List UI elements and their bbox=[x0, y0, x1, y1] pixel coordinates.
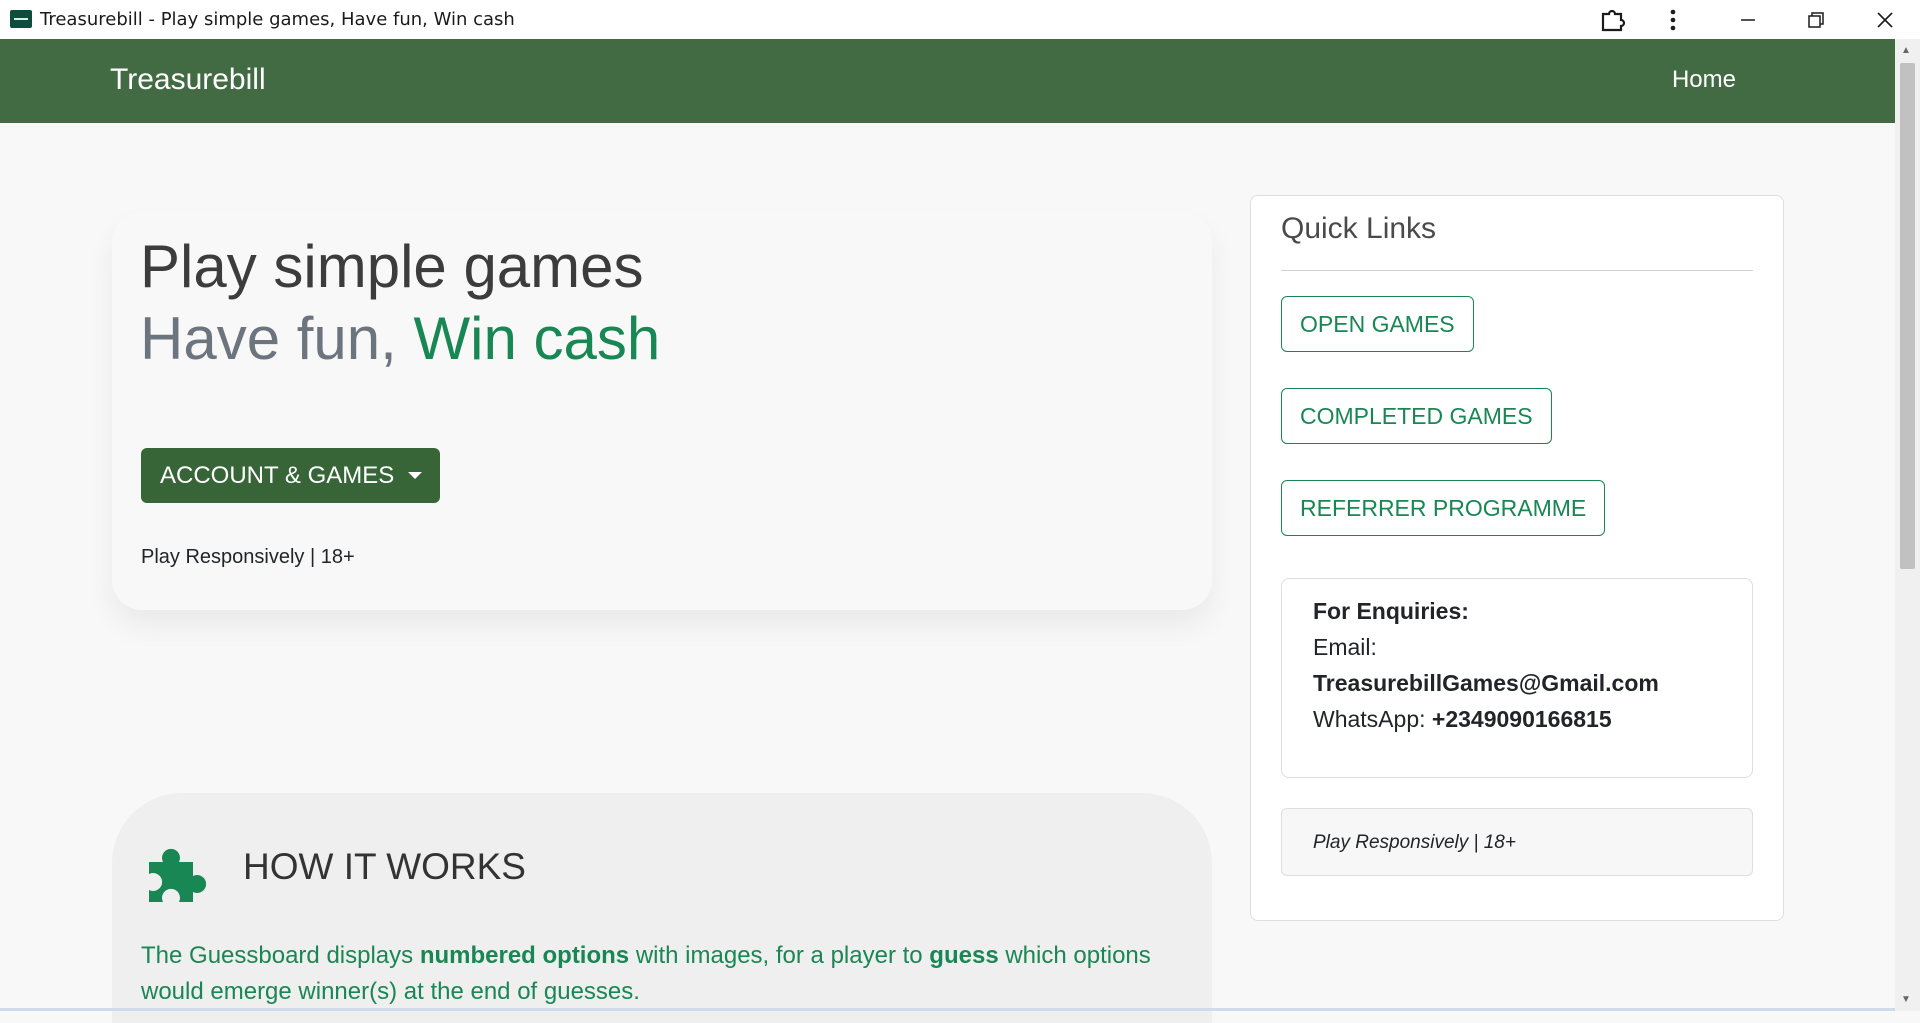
open-games-button[interactable]: OPEN GAMES bbox=[1281, 296, 1474, 352]
how-text-part-1: The Guessboard displays bbox=[141, 942, 420, 969]
navbar: Treasurebill Home bbox=[0, 39, 1895, 123]
how-it-works-title: HOW IT WORKS bbox=[243, 846, 526, 887]
how-text-bold-1: numbered options bbox=[419, 942, 630, 969]
quick-links-responsible-note: Play Responsively | 18+ bbox=[1313, 832, 1516, 853]
how-text-part-2: with images, for a player to bbox=[629, 942, 930, 969]
extensions-icon[interactable] bbox=[1585, 0, 1641, 39]
hero-line2-prefix: Have fun, bbox=[140, 305, 414, 372]
how-text-bold-2: guess bbox=[929, 942, 999, 969]
window-titlebar: Treasurebill - Play simple games, Have f… bbox=[0, 0, 1920, 39]
whatsapp-line: WhatsApp: +2349090166815 bbox=[1313, 706, 1612, 733]
hero-heading-line1: Play simple games bbox=[140, 233, 644, 300]
minimize-icon[interactable] bbox=[1720, 0, 1776, 39]
hero-responsible-note: Play Responsively | 18+ bbox=[141, 546, 355, 568]
hero-heading-line2: Have fun, Win cash bbox=[140, 304, 660, 373]
whatsapp-label: WhatsApp: bbox=[1313, 706, 1432, 732]
puzzle-icon bbox=[145, 840, 211, 906]
app-icon bbox=[10, 10, 32, 28]
more-icon[interactable] bbox=[1645, 0, 1701, 39]
scroll-down-arrow-icon[interactable]: ▼ bbox=[1901, 994, 1911, 1005]
email-address: TreasurebillGames@Gmail.com bbox=[1313, 670, 1659, 696]
hero-line2-accent: Win cash bbox=[413, 305, 661, 372]
vertical-scrollbar[interactable]: ▲ ▼ bbox=[1895, 39, 1920, 1011]
email-label: Email: bbox=[1313, 634, 1377, 660]
caret-down-icon bbox=[408, 472, 423, 479]
enquiries-heading: For Enquiries: bbox=[1313, 598, 1469, 624]
account-games-dropdown-button[interactable]: ACCOUNT & GAMES bbox=[141, 448, 440, 503]
referrer-programme-button[interactable]: REFERRER PROGRAMME bbox=[1281, 480, 1606, 536]
quick-links-divider bbox=[1281, 270, 1753, 271]
scrollbar-thumb[interactable] bbox=[1900, 63, 1915, 569]
how-it-works-text: The Guessboard displays numbered options… bbox=[141, 938, 1186, 1010]
nav-home-link[interactable]: Home bbox=[1672, 66, 1736, 94]
brand-link[interactable]: Treasurebill bbox=[110, 63, 266, 97]
completed-games-button[interactable]: COMPLETED GAMES bbox=[1281, 388, 1552, 444]
close-icon[interactable] bbox=[1857, 0, 1913, 39]
restore-icon[interactable] bbox=[1788, 0, 1844, 39]
scroll-up-arrow-icon[interactable]: ▲ bbox=[1901, 45, 1911, 56]
whatsapp-number: +2349090166815 bbox=[1431, 706, 1612, 732]
account-games-label: ACCOUNT & GAMES bbox=[160, 461, 395, 489]
quick-links-title: Quick Links bbox=[1281, 212, 1437, 245]
window-title: Treasurebill - Play simple games, Have f… bbox=[40, 9, 515, 30]
